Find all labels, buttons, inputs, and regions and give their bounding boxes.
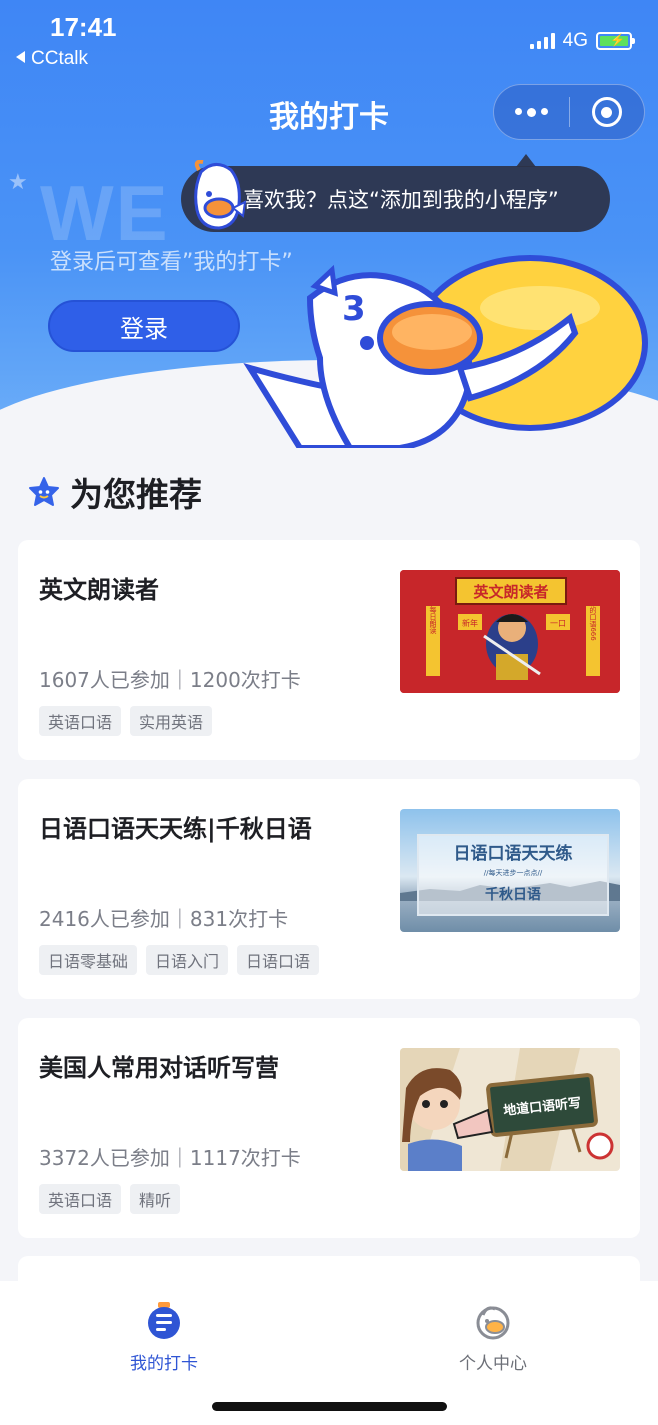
- duck-avatar-icon: [194, 160, 247, 230]
- miniprogram-capsule: [493, 84, 645, 140]
- svg-text:3: 3: [342, 289, 366, 329]
- login-button[interactable]: 登录: [48, 300, 240, 352]
- recommend-card[interactable]: 日语口语天天练|千秋日语 2416人已参加｜831次打卡 日语零基础 日语入门 …: [18, 779, 640, 999]
- tab-label: 我的打卡: [130, 1354, 198, 1374]
- thumb-title: 日语口语天天练: [454, 843, 573, 864]
- target-close-icon: [591, 97, 622, 127]
- hero-banner: WE ★ 3 17:41 CCtalk 4G ⚡ 我的打卡 喜欢我？点这“添加到…: [0, 0, 658, 450]
- card-thumbnail: 英文朗读者 每日朗读 年的口语666 新年 一口: [400, 570, 620, 693]
- checkin-notebook-icon: [148, 1302, 180, 1339]
- card-tags: 英语口语 精听: [39, 1184, 181, 1214]
- status-indicators: 4G ⚡: [529, 30, 635, 52]
- back-to-app-link[interactable]: CCtalk: [16, 48, 88, 70]
- card-title: 英文朗读者: [39, 576, 159, 604]
- thumb-right-text: 年的口语666: [589, 598, 597, 641]
- signal-icon: [529, 33, 555, 49]
- card-title: 美国人常用对话听写营: [39, 1054, 279, 1082]
- thumb-subtitle: //每天进步一点点//: [484, 868, 543, 877]
- tag: 英语口语: [39, 1184, 122, 1214]
- thumb-brand: 千秋日语: [485, 886, 541, 903]
- login-hint-text: 登录后可查看”我的打卡”: [50, 250, 293, 275]
- tag: 英语口语: [39, 706, 122, 736]
- tooltip-text: 喜欢我？点这“添加到我的小程序”: [243, 188, 559, 212]
- tab-profile[interactable]: 个人中心: [413, 1301, 573, 1374]
- home-indicator[interactable]: [212, 1402, 447, 1411]
- tag: 日语零基础: [39, 945, 138, 975]
- card-thumbnail: 地道口语听写: [400, 1048, 620, 1171]
- recommend-section-header: 为您推荐: [28, 468, 202, 516]
- duck-profile-icon: [476, 1306, 510, 1340]
- recommend-card[interactable]: 美国人常用对话听写营 3372人已参加｜1117次打卡 英语口语 精听 地道口语…: [18, 1018, 640, 1238]
- tab-my-checkin[interactable]: 我的打卡: [84, 1301, 244, 1374]
- thumb-left-text: 每日朗读: [429, 605, 437, 635]
- card-title: 日语口语天天练|千秋日语: [39, 815, 312, 843]
- thumb-badge-right: 一口: [550, 619, 566, 628]
- card-stats: 2416人已参加｜831次打卡: [39, 907, 289, 931]
- more-options-icon[interactable]: [494, 107, 569, 117]
- battery-icon: ⚡: [596, 32, 635, 50]
- add-miniprogram-tooltip[interactable]: 喜欢我？点这“添加到我的小程序”: [181, 154, 610, 232]
- close-miniprogram-button[interactable]: [570, 97, 645, 127]
- card-thumbnail: 日语口语天天练 //每天进步一点点// 千秋日语: [400, 809, 620, 932]
- tab-label: 个人中心: [459, 1354, 527, 1374]
- card-stats: 3372人已参加｜1117次打卡: [39, 1146, 301, 1170]
- recommend-card[interactable]: 英文朗读者 1607人已参加｜1200次打卡 英语口语 实用英语 英文朗读者 每…: [18, 540, 640, 760]
- star-icon: [29, 477, 59, 506]
- tag: 日语口语: [237, 945, 320, 975]
- tag: 实用英语: [130, 706, 213, 736]
- duck-mascot-illustration: 3: [243, 255, 648, 448]
- card-tags: 英语口语 实用英语: [39, 706, 213, 736]
- thumb-title: 英文朗读者: [473, 583, 548, 601]
- back-app-label: CCtalk: [31, 48, 89, 69]
- thumb-badge-left: 新年: [462, 618, 478, 628]
- status-time: 17:41: [50, 12, 117, 42]
- section-title: 为您推荐: [70, 475, 202, 514]
- card-stats: 1607人已参加｜1200次打卡: [39, 668, 301, 692]
- tag: 日语入门: [146, 945, 229, 975]
- tag: 精听: [130, 1184, 181, 1214]
- back-arrow-icon: [16, 51, 25, 63]
- star-decoration-icon: ★: [8, 170, 28, 195]
- card-tags: 日语零基础 日语入门 日语口语: [39, 945, 320, 975]
- network-type: 4G: [562, 30, 588, 51]
